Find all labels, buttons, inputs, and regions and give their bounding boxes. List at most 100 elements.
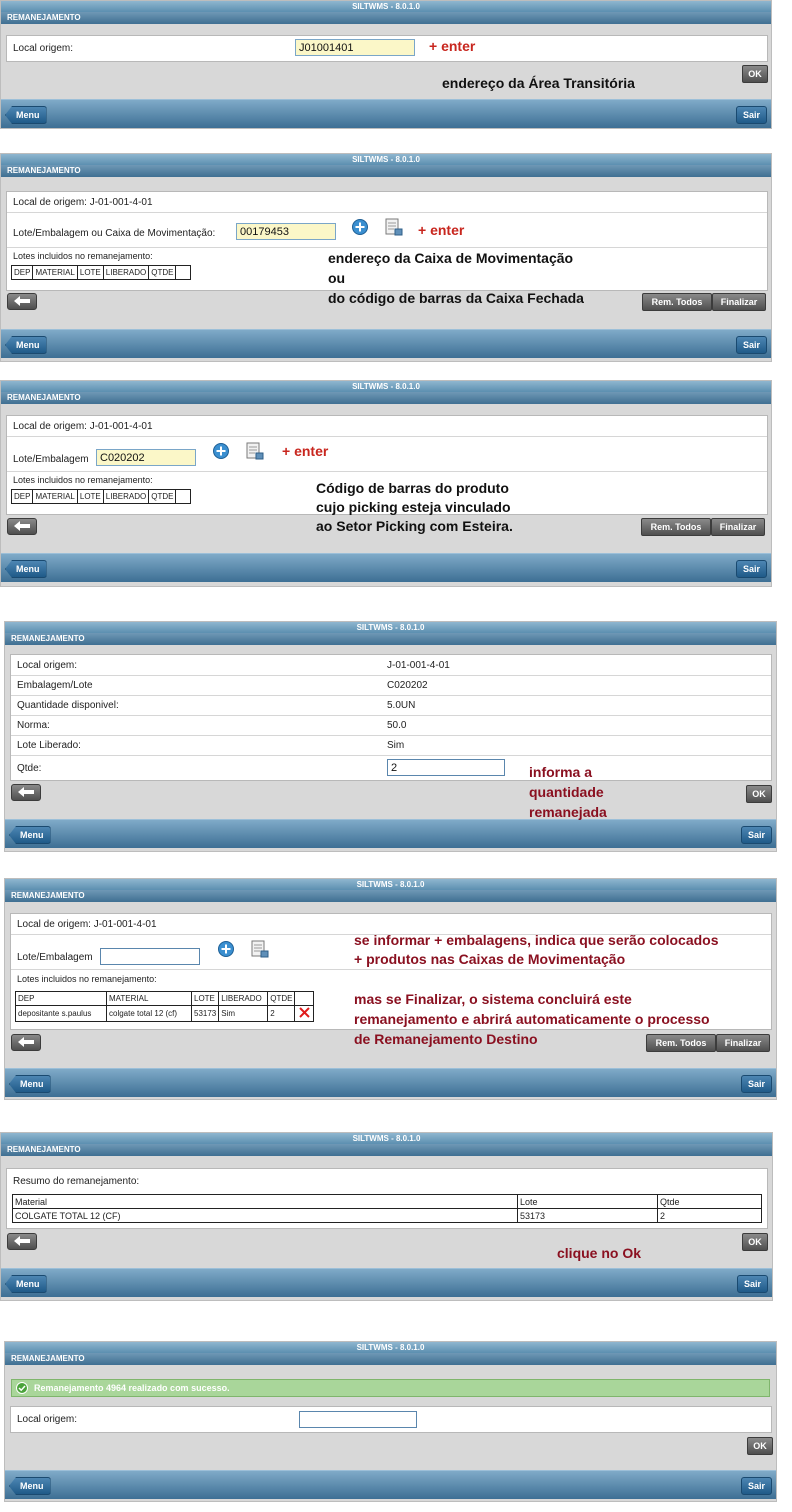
col-dep: DEP (15, 991, 107, 1006)
section-title: REMANEJAMENTO (5, 1353, 776, 1365)
menu-button[interactable]: Menu (5, 1275, 47, 1293)
annotation-a-line-1: se informar + embalagens, indica que ser… (354, 932, 719, 948)
finalizar-button[interactable]: Finalizar (716, 1034, 770, 1052)
cell-liberado: Sim (218, 1005, 269, 1022)
detail-label: Lote Liberado: (17, 740, 81, 751)
resumo-panel: Resumo do remanejamento: Material Lote Q… (6, 1168, 768, 1229)
menu-button[interactable]: Menu (9, 1075, 51, 1093)
section-title: REMANEJAMENTO (5, 890, 776, 902)
add-icon[interactable] (213, 443, 229, 459)
table-header-row: Material Lote Qtde (12, 1194, 762, 1209)
annotation-enter: + enter (429, 38, 476, 54)
cell-material: colgate total 12 (cf) (106, 1005, 192, 1022)
annotation-enter: + enter (282, 443, 329, 459)
menu-button[interactable]: Menu (9, 1477, 51, 1495)
annotation-line-3: ao Setor Picking com Esteira. (316, 518, 513, 534)
sair-button[interactable]: Sair (736, 1275, 768, 1293)
menu-button[interactable]: Menu (5, 106, 47, 124)
col-liberado: LIBERADO (102, 265, 150, 280)
lote-embalagem-input[interactable]: 00179453 (236, 223, 336, 240)
add-icon[interactable] (352, 219, 368, 235)
delete-x-icon[interactable] (299, 1007, 310, 1018)
ok-button[interactable]: OK (746, 785, 772, 803)
col-action (294, 991, 315, 1006)
menu-button[interactable]: Menu (5, 560, 47, 578)
cell-lote: 53173 (517, 1208, 658, 1223)
detail-value: Sim (387, 740, 405, 751)
cell-lote: 53173 (190, 1005, 220, 1022)
lotes-table: DEP MATERIAL LOTE LIBERADO QTDE (10, 489, 192, 504)
sair-button[interactable]: Sair (735, 560, 767, 578)
lote-embalagem-input[interactable]: C020202 (96, 449, 196, 466)
finalizar-button[interactable]: Finalizar (711, 518, 765, 536)
bottom-bar: Menu Sair (1, 553, 771, 582)
lote-embalagem-input[interactable] (100, 948, 200, 965)
col-material: MATERIAL (106, 991, 192, 1006)
col-liberado: LIBERADO (102, 489, 150, 504)
screen-resumo: SILTWMS - 8.0.1.0 REMANEJAMENTO Resumo d… (0, 1132, 773, 1301)
annotation-line-2: ou (328, 270, 346, 286)
form-panel: Local de origem: J-01-001-4-01 Lote/Emba… (6, 191, 768, 291)
col-action (175, 489, 192, 504)
rem-todos-button[interactable]: Rem. Todos (641, 518, 711, 536)
arrow-left-icon (18, 1037, 34, 1047)
back-button[interactable] (11, 1034, 41, 1051)
section-title: REMANEJAMENTO (1, 165, 771, 177)
bottom-bar: Menu Sair (1, 329, 771, 358)
sair-button[interactable]: Sair (740, 1477, 772, 1495)
detail-panel: Local origem: J-01-001-4-01 Embalagem/Lo… (10, 654, 772, 781)
back-button[interactable] (7, 1233, 37, 1250)
app-title: SILTWMS - 8.0.1.0 (1, 1, 771, 12)
menu-button[interactable]: Menu (5, 336, 47, 354)
back-button[interactable] (11, 784, 41, 801)
ok-button[interactable]: OK (742, 1233, 768, 1251)
col-lote: Lote (517, 1194, 658, 1209)
local-origem-input[interactable]: J01001401 (295, 39, 415, 56)
col-dep: DEP (10, 489, 34, 504)
sair-button[interactable]: Sair (740, 1075, 772, 1093)
rem-todos-button[interactable]: Rem. Todos (642, 293, 712, 311)
list-document-icon[interactable] (384, 217, 404, 237)
rem-todos-button[interactable]: Rem. Todos (646, 1034, 716, 1052)
col-lote: LOTE (190, 991, 220, 1006)
local-de-origem: Local de origem: J-01-001-4-01 (13, 197, 153, 208)
section-title: REMANEJAMENTO (5, 633, 776, 645)
local-origem-input[interactable] (299, 1411, 417, 1428)
annotation-line-1: endereço da Caixa de Movimentação (328, 250, 574, 266)
back-button[interactable] (7, 518, 37, 535)
app-title: SILTWMS - 8.0.1.0 (1, 381, 771, 392)
bottom-bar: Menu Sair (5, 1470, 776, 1499)
add-icon[interactable] (218, 941, 234, 957)
ok-button[interactable]: OK (742, 65, 768, 83)
lotes-incluidos-label: Lotes incluidos no remanejamento: (13, 475, 153, 485)
form-panel: Local origem: (10, 1406, 772, 1433)
annotation-text: clique no Ok (557, 1245, 642, 1261)
detail-label: Embalagem/Lote (17, 680, 93, 691)
app-title: SILTWMS - 8.0.1.0 (5, 1342, 776, 1353)
detail-value: J-01-001-4-01 (387, 660, 450, 671)
qtde-input[interactable]: 2 (387, 759, 505, 776)
sair-button[interactable]: Sair (735, 336, 767, 354)
finalizar-button[interactable]: Finalizar (712, 293, 766, 311)
list-document-icon[interactable] (250, 939, 270, 959)
ok-button[interactable]: OK (747, 1437, 773, 1455)
screen-sucesso: SILTWMS - 8.0.1.0 REMANEJAMENTO Remaneja… (4, 1341, 777, 1502)
col-material: MATERIAL (32, 489, 78, 504)
col-material: MATERIAL (32, 265, 78, 280)
back-button[interactable] (7, 293, 37, 310)
sair-button[interactable]: Sair (735, 106, 767, 124)
annotation-enter: + enter (418, 222, 465, 238)
section-title: REMANEJAMENTO (1, 12, 771, 24)
list-document-icon[interactable] (245, 441, 265, 461)
arrow-left-icon (14, 1236, 30, 1246)
resumo-table: Material Lote Qtde COLGATE TOTAL 12 (CF)… (12, 1194, 762, 1223)
table-header-row: DEP MATERIAL LOTE LIBERADO QTDE (15, 991, 315, 1006)
sair-button[interactable]: Sair (740, 826, 772, 844)
screen-local-origem: SILTWMS - 8.0.1.0 REMANEJAMENTO Local or… (0, 0, 772, 129)
bottom-bar: Menu Sair (5, 819, 776, 848)
menu-button[interactable]: Menu (9, 826, 51, 844)
lote-embalagem-label: Lote/Embalagem ou Caixa de Movimentação: (13, 228, 216, 239)
resumo-label: Resumo do remanejamento: (13, 1176, 140, 1187)
lotes-incluidos-label: Lotes incluidos no remanejamento: (13, 251, 153, 261)
arrow-left-icon (18, 787, 34, 797)
